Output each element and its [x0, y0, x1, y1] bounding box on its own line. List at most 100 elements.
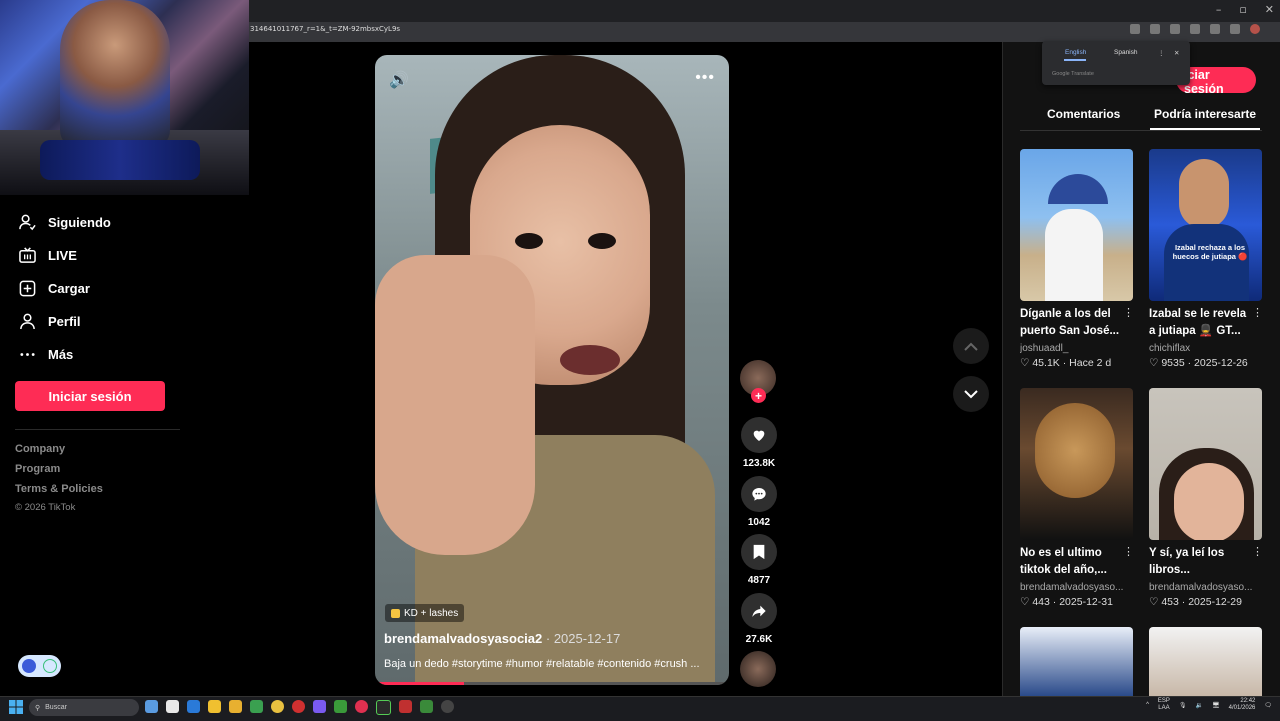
next-video-button[interactable]	[953, 376, 989, 412]
media-icon[interactable]	[1230, 24, 1240, 34]
app-icon[interactable]	[166, 700, 179, 713]
login-button[interactable]: Iniciar sesión	[15, 381, 165, 411]
card-title[interactable]: No es el ultimo tiktok del año,...	[1020, 545, 1125, 579]
windows-start-icon[interactable]	[9, 700, 23, 714]
app-icon[interactable]	[208, 700, 221, 713]
video-progress-bar[interactable]	[375, 682, 729, 685]
clock[interactable]: 22:42 4/01/2026	[1229, 698, 1256, 712]
video-username[interactable]: brendamalvadosyasocia2	[384, 631, 542, 646]
video-caption[interactable]: Baja un dedo #storytime #humor #relatabl…	[384, 658, 719, 670]
chrome-icon[interactable]	[271, 700, 284, 713]
app-icon[interactable]	[420, 700, 433, 713]
minimize-button[interactable]: –	[1216, 3, 1222, 16]
video-thumbnail[interactable]: Izabal rechaza a los huecos de jutiapa 🔴	[1149, 149, 1262, 301]
extensions-icon[interactable]	[1210, 24, 1220, 34]
card-more-icon[interactable]: ⋮	[1252, 545, 1263, 558]
footer-link-program[interactable]: Program	[15, 463, 60, 475]
sidebar-item-live[interactable]: LIVE	[18, 243, 77, 267]
previous-video-button[interactable]	[953, 328, 989, 364]
app-icon[interactable]	[187, 700, 200, 713]
card-author[interactable]: chichiflax	[1149, 343, 1259, 354]
tab-you-may-like[interactable]: Podría interesarte	[1154, 107, 1256, 121]
bookmark-star-icon[interactable]	[1190, 24, 1200, 34]
sidebar-item-label: Siguiendo	[48, 214, 111, 230]
share-action[interactable]: 27.6K	[740, 593, 778, 645]
translate-more-icon[interactable]: ⋮	[1158, 49, 1165, 57]
tab-comments[interactable]: Comentarios	[1047, 107, 1120, 121]
translate-close-icon[interactable]: ✕	[1174, 49, 1179, 57]
app-icon[interactable]	[376, 700, 391, 715]
video-thumbnail[interactable]	[1020, 388, 1133, 540]
video-date-separator: ·	[542, 631, 554, 646]
active-tab-underline	[1150, 128, 1260, 130]
video-thumbnail[interactable]	[1020, 627, 1133, 696]
sidebar-item-following[interactable]: Siguiendo	[18, 210, 111, 234]
save-action[interactable]: 4877	[740, 534, 778, 586]
card-author[interactable]: joshuaadl_	[1020, 343, 1133, 354]
extension-toggle[interactable]	[18, 655, 61, 677]
follow-plus-icon[interactable]: +	[751, 388, 766, 403]
volume-tray-icon[interactable]: 🔉	[1196, 702, 1203, 709]
network-icon[interactable]: 🖥	[1212, 702, 1220, 709]
zoom-icon[interactable]	[1150, 24, 1160, 34]
card-more-icon[interactable]: ⋮	[1123, 545, 1134, 558]
card-title[interactable]: Y sí, ya leí los libros...	[1149, 545, 1254, 579]
card-author[interactable]: brendamalvadosyaso...	[1149, 582, 1259, 593]
app-icon[interactable]	[441, 700, 454, 713]
browser-profile-avatar[interactable]	[1250, 24, 1260, 34]
card-likes: 453	[1161, 596, 1179, 608]
video-author[interactable]: brendamalvadosyasocia2 · 2025-12-17	[384, 631, 620, 646]
comment-icon[interactable]	[741, 476, 777, 512]
microphone-icon[interactable]: 🎙	[1179, 702, 1187, 709]
footer-link-company[interactable]: Company	[15, 443, 65, 455]
taskbar-search[interactable]: ⚲ Buscar	[29, 699, 139, 716]
extensions-row	[1130, 24, 1260, 34]
folder-icon[interactable]	[229, 700, 242, 713]
app-icon[interactable]	[399, 700, 412, 713]
app-icon[interactable]	[250, 700, 263, 713]
xbox-icon[interactable]	[334, 700, 347, 713]
following-icon	[18, 213, 36, 231]
app-icon[interactable]	[145, 700, 158, 713]
card-title[interactable]: Díganle a los del puerto San José...	[1020, 306, 1125, 340]
sidebar-item-more[interactable]: Más	[18, 342, 73, 366]
effect-badge[interactable]: KD + lashes	[385, 604, 465, 622]
card-more-icon[interactable]: ⋮	[1123, 306, 1134, 319]
app-icon[interactable]	[355, 700, 368, 713]
translate-icon[interactable]	[1130, 24, 1140, 34]
comment-action[interactable]: 1042	[740, 476, 778, 528]
url-text[interactable]: 314641011767_r=1&_t=ZM-92mbsxCyL9s	[250, 25, 400, 33]
like-action[interactable]: 123.8K	[740, 417, 778, 469]
save-count: 4877	[747, 575, 771, 586]
card-date: 2025-12-31	[1059, 596, 1113, 608]
video-more-icon[interactable]: •••	[695, 69, 715, 87]
translate-footer: Google Translate	[1052, 71, 1094, 77]
card-author[interactable]: brendamalvadosyaso...	[1020, 582, 1133, 593]
share-icon[interactable]	[741, 593, 777, 629]
sidebar-item-profile[interactable]: Perfil	[18, 309, 81, 333]
clock-date: 4/01/2026	[1228, 705, 1256, 711]
language-indicator[interactable]: ESP LAA	[1158, 698, 1170, 712]
video-thumbnail[interactable]	[1149, 388, 1262, 540]
translate-tab-spanish[interactable]: Spanish	[1114, 49, 1138, 56]
sound-disc-avatar[interactable]	[740, 651, 776, 687]
video-player[interactable]: 🔊 ••• KD + lashes brendamalvadosyasocia2…	[375, 55, 729, 685]
close-window-button[interactable]: ✕	[1265, 3, 1274, 16]
translate-tab-english[interactable]: English	[1065, 49, 1086, 56]
bookmark-icon[interactable]	[741, 534, 777, 570]
app-icon[interactable]	[313, 700, 326, 713]
video-thumbnail[interactable]	[1149, 627, 1262, 696]
footer-link-terms[interactable]: Terms & Policies	[15, 483, 103, 495]
sidebar-item-upload[interactable]: Cargar	[18, 276, 90, 300]
tray-chevron-icon[interactable]: ^	[1146, 702, 1149, 708]
video-thumbnail[interactable]	[1020, 149, 1133, 301]
card-likes: 9535	[1161, 357, 1185, 369]
card-more-icon[interactable]: ⋮	[1252, 306, 1263, 319]
maximize-button[interactable]: ▫	[1239, 3, 1246, 16]
heart-icon[interactable]	[741, 417, 777, 453]
volume-icon[interactable]: 🔊	[389, 70, 409, 90]
cast-icon[interactable]	[1170, 24, 1180, 34]
notification-icon[interactable]: 🗨	[1264, 702, 1272, 709]
card-title[interactable]: Izabal se le revela a jutiapa 💂 GT...	[1149, 306, 1254, 340]
opera-icon[interactable]	[292, 700, 305, 713]
